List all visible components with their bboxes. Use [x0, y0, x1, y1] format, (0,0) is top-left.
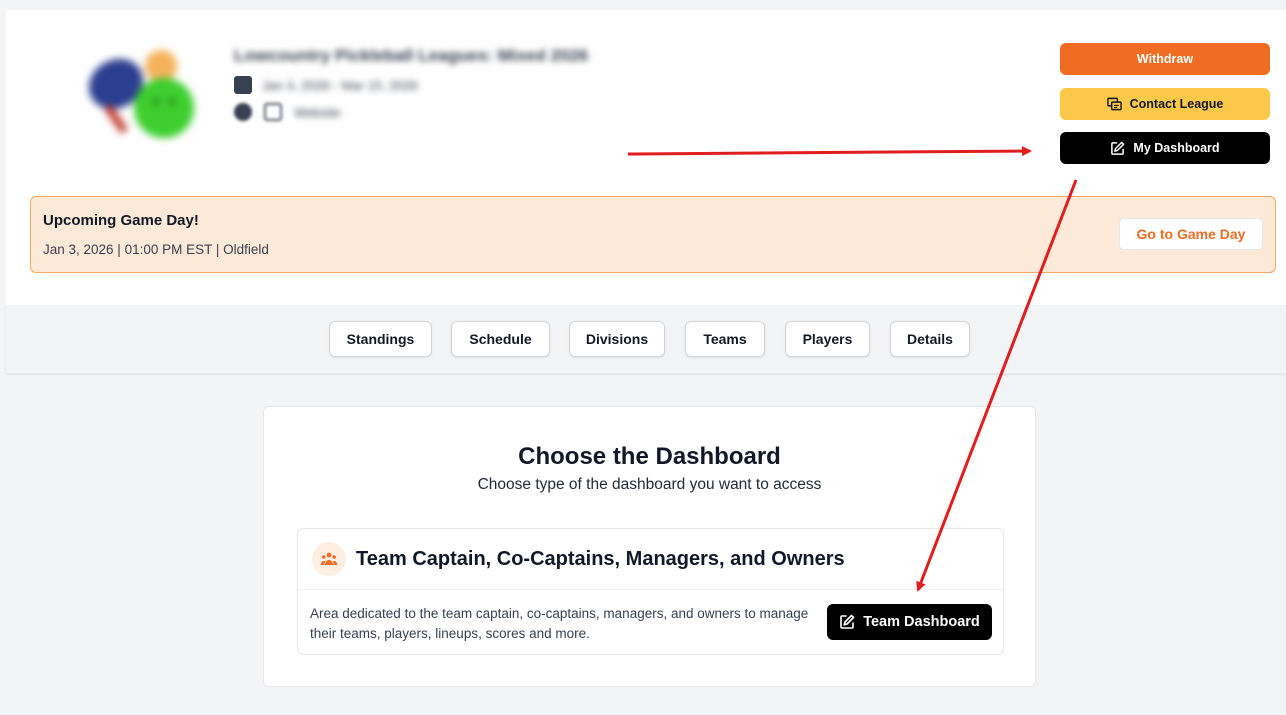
league-links-row: Website — [234, 103, 341, 121]
game-day-title: Upcoming Game Day! — [43, 212, 199, 229]
facebook-icon[interactable] — [234, 103, 252, 121]
edit-icon — [1111, 141, 1125, 155]
choose-dashboard-subtitle: Choose type of the dashboard you want to… — [477, 476, 822, 493]
option-description: Area dedicated to the team captain, co-c… — [310, 606, 809, 641]
league-header: Lowcountry Pickleball Leagues: Mixed 202… — [6, 10, 1286, 305]
game-day-info: Jan 3, 2026 | 01:00 PM EST | Oldfield — [43, 242, 269, 257]
contact-league-label: Contact League — [1129, 97, 1224, 111]
upcoming-game-day-banner: Upcoming Game Day! Jan 3, 2026 | 01:00 P… — [30, 196, 1276, 273]
my-dashboard-label: My Dashboard — [1133, 141, 1220, 155]
my-dashboard-button[interactable]: My Dashboard — [1060, 132, 1270, 164]
instagram-icon[interactable] — [264, 103, 282, 121]
calendar-icon — [234, 76, 252, 94]
team-dashboard-option: Team Captain, Co-Captains, Managers, and… — [297, 528, 1004, 655]
league-title: Lowcountry Pickleball Leagues: Mixed 202… — [234, 46, 589, 65]
tab-details[interactable]: Details — [890, 321, 970, 357]
tab-divisions[interactable]: Divisions — [569, 321, 665, 357]
league-dates: Jan 3, 2026 - Mar 15, 2026 — [262, 77, 419, 93]
tab-schedule[interactable]: Schedule — [451, 321, 550, 357]
tab-standings[interactable]: Standings — [329, 321, 432, 357]
choose-dashboard-card: Choose the Dashboard Choose type of the … — [263, 406, 1036, 687]
league-dates-row: Jan 3, 2026 - Mar 15, 2026 — [234, 76, 418, 94]
tab-teams[interactable]: Teams — [685, 321, 765, 357]
team-people-icon — [312, 542, 346, 576]
contact-league-button[interactable]: Contact League — [1060, 88, 1270, 120]
withdraw-label: Withdraw — [1136, 52, 1194, 66]
option-title: Team Captain, Co-Captains, Managers, and… — [356, 547, 845, 570]
option-header: Team Captain, Co-Captains, Managers, and… — [298, 529, 1003, 590]
league-logo — [88, 50, 194, 138]
league-tabs: Standings Schedule Divisions Teams Playe… — [6, 305, 1286, 373]
website-link[interactable]: Website — [294, 105, 341, 120]
edit-icon — [840, 614, 855, 629]
team-dashboard-label: Team Dashboard — [863, 614, 980, 630]
tab-players[interactable]: Players — [785, 321, 870, 357]
team-dashboard-button[interactable]: Team Dashboard — [827, 604, 992, 640]
withdraw-button[interactable]: Withdraw — [1060, 43, 1270, 75]
choose-dashboard-title: Choose the Dashboard — [518, 443, 781, 470]
contact-card-icon — [1106, 97, 1122, 111]
go-to-game-day-button[interactable]: Go to Game Day — [1119, 218, 1263, 250]
